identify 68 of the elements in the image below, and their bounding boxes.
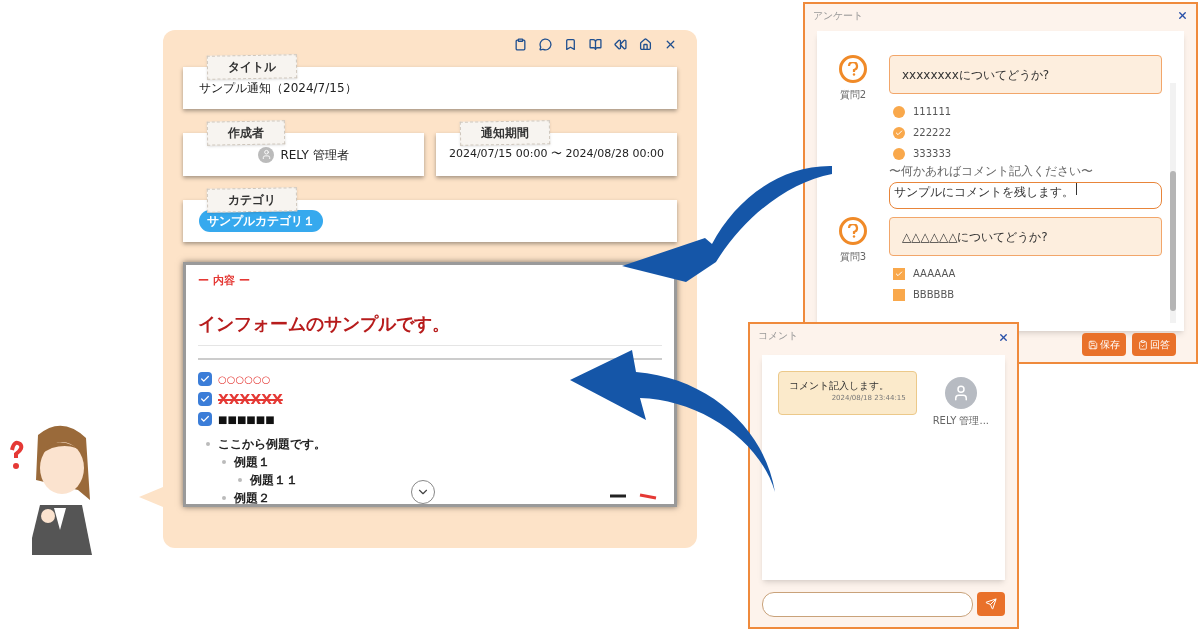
- check-icon: [895, 128, 903, 137]
- save-icon: [1088, 339, 1098, 350]
- comment-field[interactable]: サンプルにコメントを残します。: [889, 182, 1162, 209]
- bullet-icon: [238, 477, 242, 482]
- field-label: タイトル: [206, 54, 298, 80]
- window-title: コメント: [758, 329, 798, 343]
- radio-button[interactable]: [893, 126, 905, 139]
- close-icon[interactable]: [664, 38, 677, 51]
- radio-button[interactable]: [893, 147, 905, 160]
- option-label: BBBBBB: [913, 288, 955, 302]
- bookmark-icon[interactable]: [564, 38, 577, 51]
- close-icon[interactable]: [998, 332, 1009, 343]
- option-label: 111111: [913, 105, 952, 119]
- question-number: 質問2: [839, 88, 867, 102]
- option-label: AAAAAA: [913, 267, 956, 281]
- notice-period: 2024/07/15 00:00 〜 2024/08/28 00:00: [448, 146, 665, 163]
- home-icon[interactable]: [639, 38, 652, 51]
- field-label: カテゴリ: [206, 187, 298, 213]
- scrollbar-thumb[interactable]: [1170, 171, 1176, 311]
- expand-button[interactable]: [411, 480, 435, 504]
- question-icon: [839, 55, 867, 83]
- notice-title: サンプル通知（2024/7/15）: [199, 80, 357, 97]
- avatar-icon: [944, 377, 977, 409]
- outline-item: ここから例題です。: [218, 435, 326, 453]
- checkbox[interactable]: [198, 412, 212, 426]
- book-icon[interactable]: [589, 38, 602, 51]
- checkbox[interactable]: [198, 372, 212, 386]
- comment-input[interactable]: [762, 592, 973, 617]
- content-heading: インフォームのサンプルです。: [198, 309, 662, 346]
- line-marks-icon: [608, 492, 658, 500]
- bullet-icon: [222, 459, 226, 464]
- rewind-icon[interactable]: [614, 38, 627, 51]
- question-text: △△△△△△についてどうか?: [902, 228, 1048, 246]
- question-text: xxxxxxxxについてどうか?: [902, 66, 1050, 84]
- answer-button[interactable]: 回答: [1132, 333, 1176, 356]
- bullet-icon: [206, 441, 210, 446]
- author-name: RELY 管理者: [280, 146, 349, 164]
- field-label: 作成者: [206, 120, 286, 146]
- comment-hint: 〜何かあればコメント記入ください〜: [889, 165, 1094, 178]
- chat-icon[interactable]: [539, 38, 552, 51]
- checklist-text: ■■■■■■: [218, 412, 275, 427]
- outline-item: 例題１: [234, 453, 270, 471]
- outline-item: 例題１１: [250, 471, 298, 489]
- bullet-icon: [222, 495, 226, 500]
- option-label: 222222: [913, 126, 952, 140]
- clipboard-check-icon: [1138, 339, 1148, 350]
- send-icon: [985, 598, 997, 610]
- clipboard-icon[interactable]: [514, 38, 527, 51]
- checkbox[interactable]: [893, 288, 905, 301]
- comment-text: コメント記入します。: [789, 379, 890, 393]
- avatar-icon: [258, 146, 275, 163]
- window-title: アンケート: [813, 9, 863, 23]
- checkbox[interactable]: [198, 392, 212, 406]
- checkbox[interactable]: [893, 267, 905, 280]
- check-icon: [895, 269, 903, 278]
- option-label: 333333: [913, 147, 952, 161]
- radio-button[interactable]: [893, 105, 905, 118]
- field-label: 通知期間: [459, 120, 551, 146]
- question-number: 質問3: [839, 250, 867, 264]
- outline-item: 例題２: [234, 489, 270, 504]
- checklist-text: XXXXXX: [218, 389, 283, 409]
- author-name: RELY 管理...: [932, 414, 989, 428]
- send-button[interactable]: [977, 592, 1005, 616]
- checklist-text: ○○○○○○: [218, 372, 271, 387]
- save-button[interactable]: 保存: [1082, 333, 1126, 356]
- question-icon: [839, 217, 867, 245]
- content-label: ー 内容 ー: [198, 273, 251, 289]
- category-tag: サンプルカテゴリ１: [199, 210, 323, 232]
